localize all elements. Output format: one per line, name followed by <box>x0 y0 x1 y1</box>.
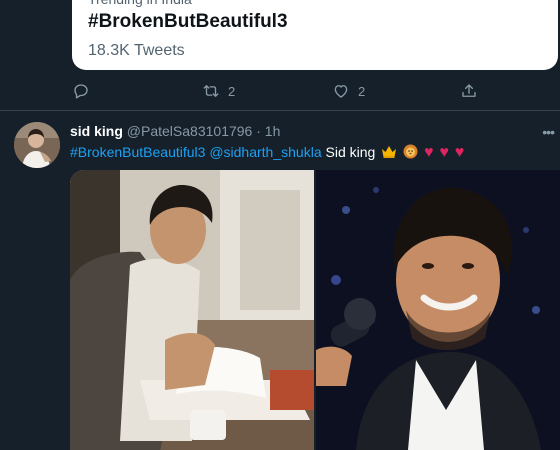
share-icon <box>462 84 476 97</box>
mention-link[interactable]: @sidharth_shukla <box>209 144 321 160</box>
red-heart-emoji-2: ♥ <box>439 144 449 161</box>
photo-man-smiling-microphone[interactable] <box>316 170 560 450</box>
tweet-time[interactable]: 1h <box>265 123 281 139</box>
lion-emoji-icon <box>403 144 418 159</box>
avatar[interactable] <box>14 122 60 168</box>
red-heart-emoji-1: ♥ <box>423 144 434 161</box>
trend-card[interactable]: Trending in India #BrokenButBeautiful3 1… <box>72 0 558 70</box>
tweet-text-content: Sid king <box>325 144 376 160</box>
avatar-image <box>14 122 60 168</box>
tweet-header: sid king @PatelSa83101796 · 1h <box>70 122 280 140</box>
crown-emoji-icon <box>382 146 397 158</box>
trend-tweet-count: 18.3K Tweets <box>88 42 185 59</box>
user-handle[interactable]: @PatelSa83101796 <box>127 123 253 139</box>
tweet-action-bar: 2 2 <box>72 82 482 102</box>
trend-hashtag[interactable]: #BrokenButBeautiful3 <box>88 10 542 34</box>
more-options-icon[interactable]: ••• <box>542 124 555 140</box>
reply-icon <box>74 84 88 99</box>
meta-separator: · <box>256 123 261 139</box>
retweet-count: 2 <box>228 83 236 99</box>
tweet-hashtag-link[interactable]: #BrokenButBeautiful3 <box>70 144 205 160</box>
photo-man-reading-script[interactable] <box>70 170 314 450</box>
retweet-button[interactable]: 2 <box>202 82 235 100</box>
tweet-divider <box>0 110 560 111</box>
retweet-icon <box>203 85 219 97</box>
like-button[interactable]: 2 <box>332 82 365 100</box>
like-count: 2 <box>358 83 366 99</box>
trend-label: Trending in India <box>88 0 542 8</box>
share-button[interactable] <box>460 82 478 100</box>
red-heart-emoji-3: ♥ <box>454 144 465 161</box>
heart-icon <box>334 85 348 98</box>
reply-button[interactable] <box>72 82 90 100</box>
tweet-text: #BrokenButBeautiful3 @sidharth_shukla Si… <box>70 143 464 162</box>
tweet-media[interactable] <box>70 170 560 450</box>
display-name[interactable]: sid king <box>70 123 123 139</box>
